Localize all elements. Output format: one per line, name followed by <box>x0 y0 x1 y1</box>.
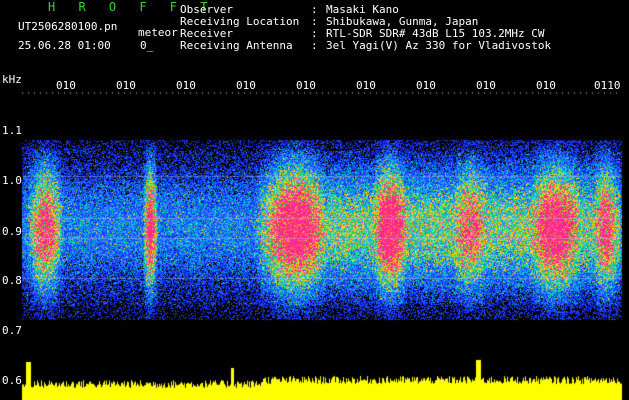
x-tick-label: 010 <box>536 79 556 92</box>
date-trail: 0_ <box>140 39 154 52</box>
x-tick-label: 010 <box>476 79 496 92</box>
x-tick-label: 0110 <box>594 79 621 92</box>
y-tick-label: 0.8 <box>2 274 22 287</box>
y-tick-label: 1.1 <box>2 124 22 137</box>
file-name: UT2506280100.pn <box>18 20 118 33</box>
info-colon: : <box>311 39 318 52</box>
info-value-antenna: 3el Yagi(V) Az 330 for Vladivostok <box>326 39 552 52</box>
x-tick-label: 010 <box>176 79 196 92</box>
hrofft-window: H R O F F T UT2506280100.pn meteor 25.06… <box>0 0 629 400</box>
y-tick-label: 1.0 <box>2 174 22 187</box>
y-axis-unit-label: kHz <box>2 73 22 86</box>
info-label-antenna: Receiving Antenna <box>180 39 293 52</box>
y-tick-label: 0.9 <box>2 225 22 238</box>
x-tick-label: 010 <box>116 79 136 92</box>
y-tick-label: 0.7 <box>2 324 22 337</box>
x-tick-label: 010 <box>356 79 376 92</box>
date-time: 25.06.28 01:00 <box>18 39 111 52</box>
x-tick-label: 010 <box>296 79 316 92</box>
x-tick-label: 010 <box>236 79 256 92</box>
x-tick-label: 010 <box>416 79 436 92</box>
file-suffix: meteor <box>138 26 178 39</box>
x-tick-label: 010 <box>56 79 76 92</box>
spectrogram-canvas <box>0 0 629 400</box>
y-tick-label: 0.6 <box>2 374 22 387</box>
